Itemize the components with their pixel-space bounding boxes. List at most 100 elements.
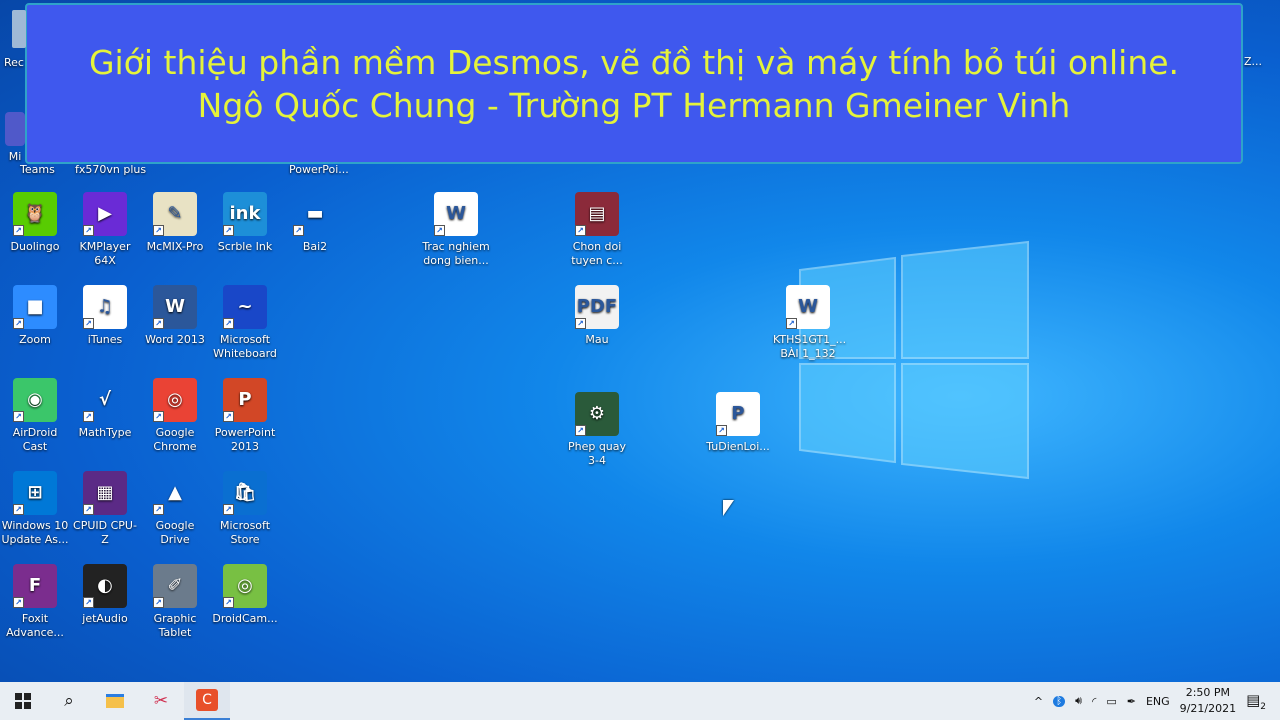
shortcut-arrow-icon: ↗ <box>13 318 24 329</box>
icon-glyph: PDF <box>576 296 618 317</box>
app-icon: ▲ ↗ <box>153 471 197 515</box>
desktop-icon[interactable]: ▬ ↗ Bai2 <box>280 192 350 254</box>
shortcut-arrow-icon: ↗ <box>575 425 586 436</box>
icon-glyph: ◐ <box>97 575 113 596</box>
desktop-icon[interactable]: ✎ ↗ McMIX-Pro <box>140 192 210 254</box>
app-icon: ▶ ↗ <box>83 192 127 236</box>
desktop-icon[interactable]: ▲ ↗ Google Drive <box>140 471 210 547</box>
shortcut-arrow-icon: ↗ <box>83 597 94 608</box>
clock[interactable]: 2:50 PM 9/21/2021 <box>1180 685 1236 717</box>
desktop-icon[interactable]: ▶ ↗ KMPlayer 64X <box>70 192 140 268</box>
icon-label: Foxit Advance... <box>6 612 64 639</box>
desktop-icon[interactable]: ◎ ↗ DroidCam... <box>210 564 280 626</box>
icon-glyph: P <box>238 389 252 410</box>
desktop-icon[interactable]: ~ ↗ Microsoft Whiteboard <box>210 285 280 361</box>
icon-label: jetAudio <box>82 612 128 625</box>
app-icon: ♫ ↗ <box>83 285 127 329</box>
icon-label: Graphic Tablet <box>153 612 197 639</box>
desktop-icon[interactable]: ▦ ↗ CPUID CPU-Z <box>70 471 140 547</box>
desktop-icon[interactable]: ⚙ ↗ Phep quay 3-4 <box>562 392 632 468</box>
icon-label: Microsoft Store <box>219 519 271 546</box>
app-icon: P ↗ <box>716 392 760 436</box>
wifi-icon[interactable]: ◜ <box>1092 695 1096 708</box>
recycle-bin-icon[interactable]: Rec <box>0 10 26 69</box>
battery-icon[interactable]: ▭ <box>1106 695 1116 708</box>
desktop-icon[interactable]: ✐ ↗ Graphic Tablet <box>140 564 210 640</box>
desktop-icon[interactable]: P ↗ TuDienLoi... <box>703 392 773 454</box>
search-button[interactable]: ⌕ <box>46 682 92 720</box>
app-icon: ~ ↗ <box>223 285 267 329</box>
bluetooth-icon[interactable]: ᛒ <box>1053 695 1066 707</box>
desktop-icon[interactable]: √ ↗ MathType <box>70 378 140 440</box>
app-icon: ◎ ↗ <box>223 564 267 608</box>
desktop-icon[interactable]: P ↗ PowerPoint 2013 <box>210 378 280 454</box>
app-icon: 🛍 ↗ <box>223 471 267 515</box>
banner-line-2: Ngô Quốc Chung - Trường PT Hermann Gmein… <box>197 85 1071 125</box>
chevron-up-icon[interactable]: ^ <box>1034 695 1043 708</box>
desktop-icon[interactable]: W ↗ Word 2013 <box>140 285 210 347</box>
desktop-icon[interactable]: W ↗ KTHS1GT1_... BÀI 1_132 <box>773 285 846 361</box>
icon-label: Chon doi tuyen c... <box>571 240 623 267</box>
start-button[interactable] <box>0 682 46 720</box>
app-icon: P ↗ <box>223 378 267 422</box>
desktop-icon[interactable]: ◐ ↗ jetAudio <box>70 564 140 626</box>
app-icon: ◐ ↗ <box>83 564 127 608</box>
desktop-icon[interactable]: ink ↗ Scrble Ink <box>210 192 280 254</box>
icon-glyph: ◎ <box>167 389 183 410</box>
icon-glyph: ◎ <box>237 575 253 596</box>
snipping-tool-button[interactable]: ✂ <box>138 682 184 720</box>
windows-icon <box>15 693 31 709</box>
icon-glyph: ⚙ <box>588 403 606 424</box>
volume-icon[interactable]: 🔊︎ <box>1075 694 1082 708</box>
file-explorer-button[interactable] <box>92 682 138 720</box>
desktop-icon[interactable]: F ↗ Foxit Advance... <box>0 564 70 640</box>
shortcut-arrow-icon: ↗ <box>575 225 586 236</box>
icon-glyph: 🛍 <box>233 482 257 503</box>
shortcut-arrow-icon: ↗ <box>716 425 727 436</box>
casio-label: fx570vn plus <box>75 163 147 176</box>
shortcut-arrow-icon: ↗ <box>223 597 234 608</box>
icon-glyph: 🦉 <box>23 203 47 224</box>
pen-icon[interactable]: ✒ <box>1127 695 1136 708</box>
language-indicator[interactable]: ENG <box>1146 695 1170 708</box>
desktop-icon[interactable]: ◉ ↗ AirDroid Cast <box>0 378 70 454</box>
desktop-icon[interactable]: W ↗ Trac nghiem dong bien... <box>421 192 491 268</box>
icon-label: PowerPoint 2013 <box>214 426 276 453</box>
desktop-icon[interactable]: PDF ↗ Mau <box>562 285 632 347</box>
camtasia-icon: C <box>196 689 218 711</box>
desktop-icon[interactable]: ◎ ↗ Google Chrome <box>140 378 210 454</box>
shortcut-arrow-icon: ↗ <box>153 504 164 515</box>
shortcut-arrow-icon: ↗ <box>83 318 94 329</box>
search-icon: ⌕ <box>64 691 74 711</box>
icon-glyph: ✎ <box>167 203 183 224</box>
shortcut-arrow-icon: ↗ <box>575 318 586 329</box>
notification-icon[interactable]: ▤2 <box>1246 691 1266 712</box>
app-icon: ▦ ↗ <box>83 471 127 515</box>
desktop-icon[interactable]: ⊞ ↗ Windows 10 Update As... <box>0 471 70 547</box>
icon-label: DroidCam... <box>212 612 278 625</box>
desktop-icon[interactable]: 🦉 ↗ Duolingo <box>0 192 70 254</box>
shortcut-arrow-icon: ↗ <box>13 504 24 515</box>
icon-glyph: P <box>731 403 745 424</box>
shortcut-arrow-icon: ↗ <box>83 411 94 422</box>
icon-label: Mau <box>585 333 609 346</box>
icon-label: Bai2 <box>302 240 328 253</box>
icon-glyph: ♫ <box>96 296 114 317</box>
desktop-icon[interactable]: ▤ ↗ Chon doi tuyen c... <box>562 192 632 268</box>
teams-label: Teams <box>20 163 55 176</box>
app-icon: F ↗ <box>13 564 57 608</box>
app-icon: √ ↗ <box>83 378 127 422</box>
desktop-icon[interactable]: 🛍 ↗ Microsoft Store <box>210 471 280 547</box>
scissors-icon: ✂ <box>153 691 169 711</box>
app-icon: ✎ ↗ <box>153 192 197 236</box>
shortcut-arrow-icon: ↗ <box>13 597 24 608</box>
shortcut-arrow-icon: ↗ <box>153 411 164 422</box>
right-edge-label: Z... <box>1244 55 1263 68</box>
camtasia-button[interactable]: C <box>184 682 230 720</box>
icon-label: Windows 10 Update As... <box>1 519 69 546</box>
app-icon: ◉ ↗ <box>13 378 57 422</box>
shortcut-arrow-icon: ↗ <box>786 318 797 329</box>
desktop-icon[interactable]: ♫ ↗ iTunes <box>70 285 140 347</box>
desktop-icon[interactable]: ■ ↗ Zoom <box>0 285 70 347</box>
shortcut-arrow-icon: ↗ <box>223 318 234 329</box>
